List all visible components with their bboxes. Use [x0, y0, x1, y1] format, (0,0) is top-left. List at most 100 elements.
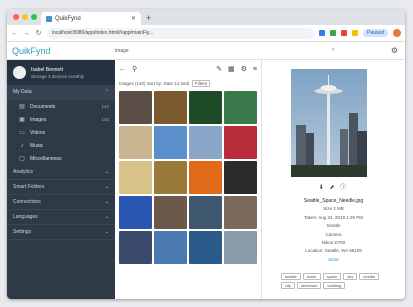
filter-text: Images (140) Sort by: Date 14 total: [119, 81, 190, 86]
profile-status-button[interactable]: Paused: [363, 29, 388, 37]
info-icon[interactable]: ⓘ: [340, 185, 348, 191]
download-icon[interactable]: ⬇: [319, 185, 326, 191]
image-thumbnail[interactable]: [189, 231, 222, 264]
open-icon[interactable]: ⬈: [329, 185, 336, 191]
browser-window: QuikFynd ✕ + ← → ↻ localhost:8080/app/in…: [7, 9, 405, 299]
tag-chip[interactable]: tower: [302, 273, 321, 280]
tag-chip[interactable]: space: [322, 273, 342, 280]
new-tab-button[interactable]: +: [146, 12, 151, 25]
sidebar-section-languages[interactable]: Languages ⌄: [7, 210, 115, 225]
maximize-window-button[interactable]: [31, 14, 37, 20]
extension-icon[interactable]: [341, 30, 348, 36]
image-thumbnail[interactable]: [224, 91, 257, 124]
back-icon[interactable]: ←: [11, 30, 18, 37]
extension-icon[interactable]: [319, 30, 326, 36]
file-name: Seattle_Space_Needle.jpg: [303, 198, 364, 204]
grid-icon[interactable]: ▦: [228, 65, 235, 73]
close-window-button[interactable]: [13, 14, 19, 20]
tag-chip[interactable]: needle: [359, 273, 380, 280]
search-icon[interactable]: ⌕: [332, 47, 335, 54]
sidebar-item-misc[interactable]: ▢ Miscellaneous: [7, 152, 115, 165]
sidebar-item-documents[interactable]: ▤ Documents 142: [7, 100, 115, 113]
window-controls: [13, 14, 37, 20]
url-text: localhost:8080/app/index.html#/app/mainF…: [52, 30, 154, 36]
image-grid: [115, 89, 261, 266]
document-icon: ▤: [19, 104, 25, 110]
back-arrow-icon[interactable]: ←: [119, 66, 126, 73]
image-thumbnail[interactable]: [189, 91, 222, 124]
preview-actions: ⬇ ⬈ ⓘ: [262, 182, 405, 191]
video-icon: ▭: [19, 130, 25, 136]
image-thumbnail[interactable]: [119, 196, 152, 229]
search-input[interactable]: image: [115, 48, 129, 54]
tag-chip[interactable]: sky: [343, 273, 358, 280]
results-panel: ← ⚲ ✎ ▦ ⚙ ≡ Images (140) Sort by: Date 1…: [115, 60, 261, 299]
sidebar-section-my-data[interactable]: My Data ⌃: [7, 85, 115, 100]
image-thumbnail[interactable]: [119, 126, 152, 159]
list-icon[interactable]: ≡: [253, 66, 257, 73]
profile-avatar[interactable]: [393, 29, 401, 37]
sidebar-section-settings[interactable]: Settings ⌄: [7, 225, 115, 240]
browser-toolbar: ← → ↻ localhost:8080/app/index.html#/app…: [7, 25, 405, 42]
sidebar-item-images[interactable]: ▣ Images 140: [7, 113, 115, 126]
image-thumbnail[interactable]: [224, 161, 257, 194]
music-icon: ♪: [20, 142, 24, 149]
tab-title: QuikFynd: [55, 15, 81, 22]
file-metadata: Seattle_Space_Needle.jpg Size 2 MB Taken…: [262, 197, 405, 264]
image-thumbnail[interactable]: [154, 231, 187, 264]
settings-icon[interactable]: ⚙: [241, 65, 247, 73]
avatar: [13, 66, 26, 79]
favicon-icon: [46, 15, 52, 22]
image-thumbnail[interactable]: [189, 126, 222, 159]
image-icon: ▣: [19, 117, 25, 123]
image-thumbnail[interactable]: [154, 196, 187, 229]
user-profile[interactable]: Isabel Bennett Storage 3 devices monthly: [7, 60, 115, 85]
detail-panel: ⬇ ⬈ ⓘ Seattle_Space_Needle.jpg Size 2 MB…: [261, 60, 405, 299]
extension-icon[interactable]: [330, 30, 337, 36]
image-thumbnail[interactable]: [224, 126, 257, 159]
image-thumbnail[interactable]: [154, 161, 187, 194]
image-thumbnail[interactable]: [224, 231, 257, 264]
share-icon[interactable]: ⚲: [132, 65, 137, 73]
minimize-window-button[interactable]: [22, 14, 28, 20]
filter-chip[interactable]: Filters: [192, 80, 211, 87]
image-thumbnail[interactable]: [119, 161, 152, 194]
user-subtitle: Storage 3 devices monthly: [31, 73, 85, 79]
tag-list: seattle tower space sky needle city landmark bu…: [281, 273, 389, 289]
app-logo[interactable]: QuikFynd: [12, 46, 51, 56]
gear-icon[interactable]: ⚙: [391, 46, 398, 55]
image-thumbnail[interactable]: [154, 126, 187, 159]
sidebar-item-music[interactable]: ♪ Music: [7, 139, 115, 152]
image-thumbnail[interactable]: [189, 161, 222, 194]
tag-chip[interactable]: building: [323, 282, 346, 289]
tab-strip: QuikFynd ✕ +: [7, 9, 405, 25]
results-toolbar: ← ⚲ ✎ ▦ ⚙ ≡: [115, 60, 261, 78]
sidebar-section-analytics[interactable]: Analytics ⌄: [7, 165, 115, 180]
sidebar-section-connections[interactable]: Connections ⌄: [7, 195, 115, 210]
more-link[interactable]: More: [262, 256, 405, 264]
chevron-up-icon: ⌃: [104, 89, 109, 95]
address-bar[interactable]: localhost:8080/app/index.html#/app/mainF…: [47, 27, 315, 39]
tag-chip[interactable]: landmark: [297, 282, 322, 289]
tag-chip[interactable]: city: [281, 282, 295, 289]
image-thumbnail[interactable]: [119, 231, 152, 264]
folder-icon: ▢: [19, 156, 25, 162]
image-thumbnail[interactable]: [154, 91, 187, 124]
sidebar-item-videos[interactable]: ▭ Videos: [7, 126, 115, 139]
image-thumbnail[interactable]: [189, 196, 222, 229]
preview-image: [291, 69, 367, 177]
reload-icon[interactable]: ↻: [35, 29, 42, 37]
close-tab-icon[interactable]: ✕: [131, 15, 136, 22]
tool-icon[interactable]: ✎: [216, 65, 222, 73]
image-thumbnail[interactable]: [119, 91, 152, 124]
forward-icon[interactable]: →: [23, 30, 30, 37]
filter-bar: Images (140) Sort by: Date 14 total Filt…: [115, 78, 261, 89]
extension-icon[interactable]: [352, 30, 359, 36]
user-name: Isabel Bennett: [31, 66, 63, 73]
sidebar: Isabel Bennett Storage 3 devices monthly…: [7, 60, 115, 299]
tag-chip[interactable]: seattle: [281, 273, 301, 280]
image-thumbnail[interactable]: [224, 196, 257, 229]
app-header: QuikFynd image ⌕ ⚙: [7, 42, 405, 60]
sidebar-section-smart-folders[interactable]: Smart Folders ⌄: [7, 180, 115, 195]
browser-tab[interactable]: QuikFynd ✕: [41, 12, 141, 25]
